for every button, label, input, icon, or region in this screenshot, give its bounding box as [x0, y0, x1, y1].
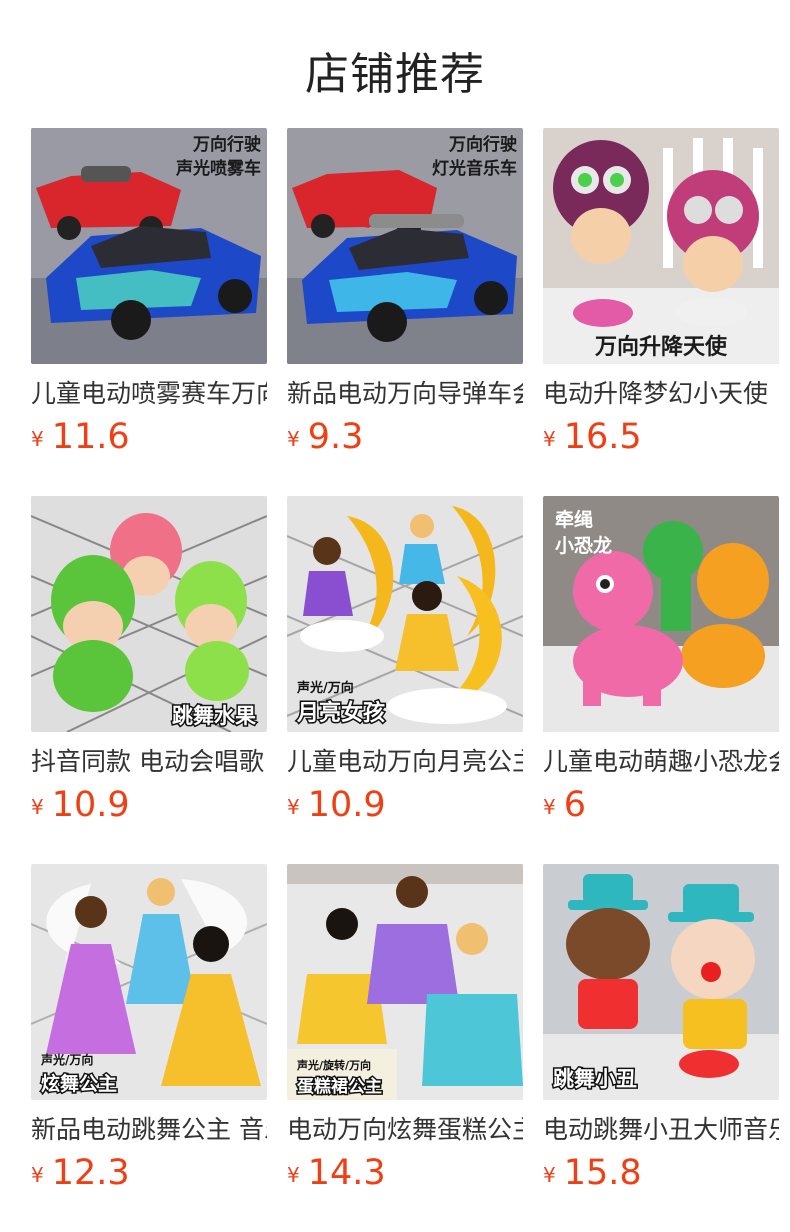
badge-text: 灯光音乐车	[432, 158, 517, 179]
product-name[interactable]: 新品电动万向导弹车会	[287, 377, 523, 411]
currency-symbol: ¥	[31, 795, 44, 819]
spray-race-car-image[interactable]: 万向行驶 声光喷雾车	[31, 128, 267, 364]
price-row: ¥16.5	[543, 415, 779, 459]
price-row: ¥12.3	[31, 1151, 267, 1195]
currency-symbol: ¥	[31, 427, 44, 451]
badge-text: 炫舞公主	[41, 1072, 117, 1095]
currency-symbol: ¥	[543, 795, 556, 819]
product-price: 12.3	[51, 1153, 130, 1193]
product-card[interactable]: 牵绳 小恐龙 儿童电动萌趣小恐龙会 ¥6	[543, 496, 779, 827]
product-card[interactable]: 跳舞水果 抖音同款 电动会唱歌 ¥10.9	[31, 496, 267, 827]
price-row: ¥11.6	[31, 415, 267, 459]
badge-text: 万向行驶	[192, 134, 261, 155]
price-row: ¥14.3	[287, 1151, 523, 1195]
product-name[interactable]: 儿童电动喷雾赛车万向	[31, 377, 267, 411]
price-row: ¥6	[543, 783, 779, 827]
product-card[interactable]: 声光/万向 月亮女孩 儿童电动万向月亮公主 ¥10.9	[287, 496, 523, 827]
moon-girl-image[interactable]: 声光/万向 月亮女孩	[287, 496, 523, 732]
badge-text: 声光喷雾车	[175, 158, 261, 179]
product-card[interactable]: 声光/万向 炫舞公主 新品电动跳舞公主 音乐 ¥12.3	[31, 864, 267, 1195]
product-price: 6	[563, 785, 587, 825]
product-card[interactable]: 声光/旋转/万向 蛋糕裙公主 电动万向炫舞蛋糕公主 ¥14.3	[287, 864, 523, 1195]
currency-symbol: ¥	[31, 1163, 44, 1187]
fruit-doll-image[interactable]: 跳舞水果	[31, 496, 267, 732]
badge-text: 跳舞水果	[172, 704, 256, 728]
badge-text: 万向升降天使	[594, 334, 728, 360]
product-price: 14.3	[307, 1153, 386, 1193]
badge-text: 声光/旋转/万向	[296, 1058, 371, 1072]
product-name[interactable]: 电动万向炫舞蛋糕公主	[287, 1113, 523, 1147]
badge-text: 小恐龙	[555, 534, 612, 557]
price-row: ¥15.8	[543, 1151, 779, 1195]
badge-text: 万向行驶	[448, 134, 517, 155]
product-price: 10.9	[51, 785, 130, 825]
price-row: ¥9.3	[287, 415, 523, 459]
price-row: ¥10.9	[31, 783, 267, 827]
product-price: 9.3	[307, 417, 364, 457]
product-card[interactable]: 万向行驶 声光喷雾车 儿童电动喷雾赛车万向 ¥11.6	[31, 128, 267, 459]
price-row: ¥10.9	[287, 783, 523, 827]
currency-symbol: ¥	[543, 1163, 556, 1187]
currency-symbol: ¥	[287, 427, 300, 451]
product-price: 15.8	[563, 1153, 642, 1193]
badge-text: 跳舞小丑	[553, 1067, 637, 1091]
currency-symbol: ¥	[543, 427, 556, 451]
dinosaur-toy-image[interactable]: 牵绳 小恐龙	[543, 496, 779, 732]
badge-text: 声光/万向	[296, 680, 354, 696]
product-card[interactable]: 跳舞小丑 电动跳舞小丑大师音乐 ¥15.8	[543, 864, 779, 1195]
product-card[interactable]: 万向升降天使 电动升降梦幻小天使 ¥16.5	[543, 128, 779, 459]
page-title: 店铺推荐	[305, 49, 485, 100]
dancing-princess-image[interactable]: 声光/万向 炫舞公主	[31, 864, 267, 1100]
product-price: 10.9	[307, 785, 386, 825]
page-header: 店铺推荐	[0, 0, 790, 128]
product-name[interactable]: 新品电动跳舞公主 音乐	[31, 1113, 267, 1147]
badge-text: 声光/万向	[40, 1052, 93, 1067]
currency-symbol: ¥	[287, 795, 300, 819]
missile-car-image[interactable]: 万向行驶 灯光音乐车	[287, 128, 523, 364]
product-name[interactable]: 电动跳舞小丑大师音乐	[543, 1113, 779, 1147]
cake-princess-image[interactable]: 声光/旋转/万向 蛋糕裙公主	[287, 864, 523, 1100]
badge-text: 月亮女孩	[296, 700, 385, 726]
product-price: 16.5	[563, 417, 642, 457]
badge-text: 蛋糕裙公主	[297, 1076, 382, 1097]
product-name[interactable]: 抖音同款 电动会唱歌	[31, 745, 267, 779]
badge-text: 牵绳	[555, 508, 593, 531]
angel-doll-image[interactable]: 万向升降天使	[543, 128, 779, 364]
dancing-clown-image[interactable]: 跳舞小丑	[543, 864, 779, 1100]
product-card[interactable]: 万向行驶 灯光音乐车 新品电动万向导弹车会 ¥9.3	[287, 128, 523, 459]
product-price: 11.6	[51, 417, 130, 457]
product-name[interactable]: 儿童电动萌趣小恐龙会	[543, 745, 779, 779]
product-name[interactable]: 儿童电动万向月亮公主	[287, 745, 523, 779]
product-name[interactable]: 电动升降梦幻小天使	[543, 377, 779, 411]
currency-symbol: ¥	[287, 1163, 300, 1187]
